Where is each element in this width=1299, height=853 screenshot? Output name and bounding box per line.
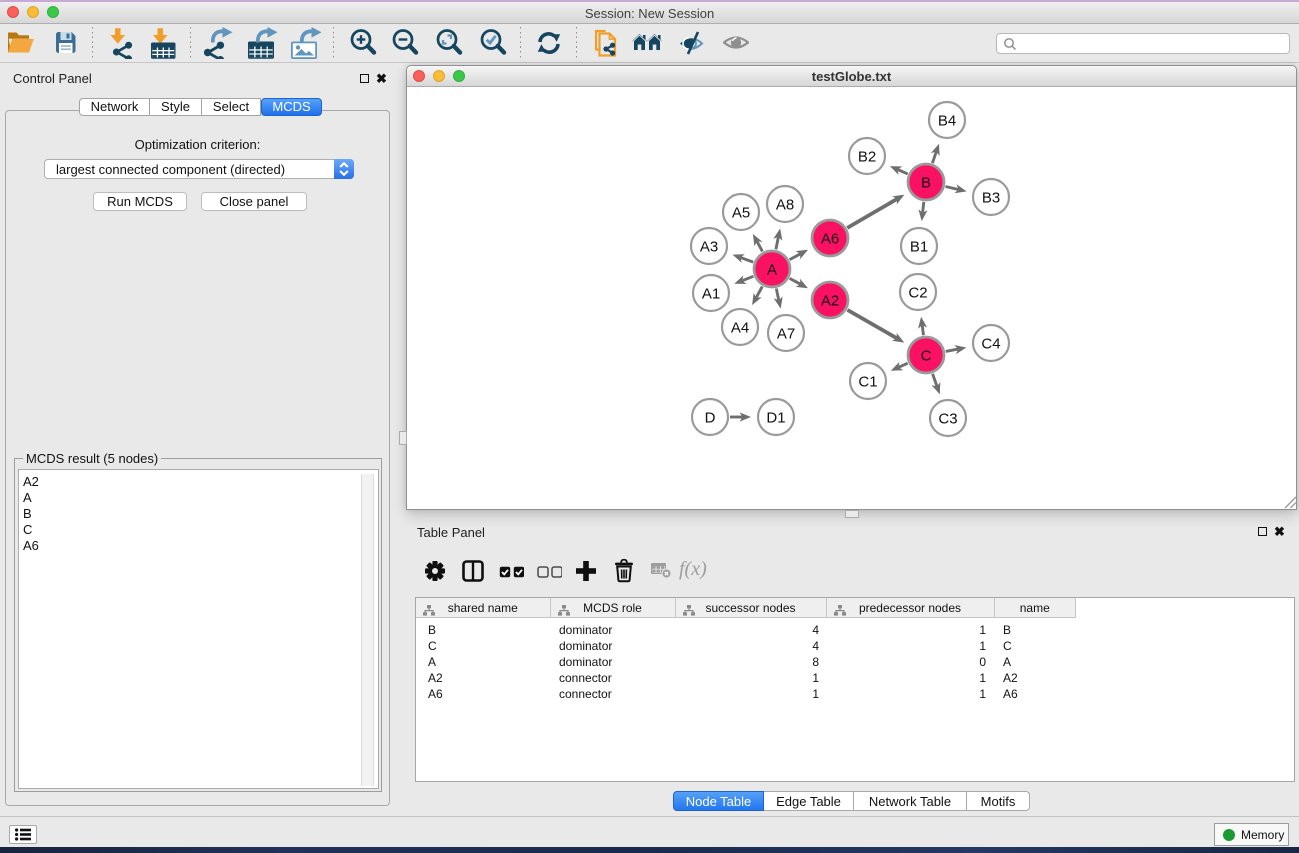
svg-text:C2: C2	[908, 284, 927, 301]
svg-text:A7: A7	[777, 325, 795, 342]
svg-text:A8: A8	[776, 196, 794, 213]
svg-text:A: A	[767, 261, 777, 278]
svg-text:C4: C4	[981, 335, 1000, 352]
svg-text:A2: A2	[821, 292, 839, 309]
svg-text:B: B	[921, 174, 931, 191]
svg-text:B1: B1	[910, 238, 928, 255]
svg-text:A6: A6	[821, 230, 839, 247]
svg-text:A3: A3	[700, 238, 718, 255]
svg-text:C1: C1	[858, 373, 877, 390]
svg-text:A4: A4	[731, 319, 749, 336]
svg-text:D: D	[705, 409, 716, 426]
svg-text:C: C	[921, 347, 932, 364]
svg-text:D1: D1	[766, 409, 785, 426]
svg-text:A1: A1	[702, 285, 720, 302]
svg-text:A5: A5	[732, 204, 750, 221]
svg-text:C3: C3	[938, 410, 957, 427]
svg-text:B4: B4	[938, 112, 956, 129]
svg-text:B3: B3	[982, 189, 1000, 206]
svg-text:B2: B2	[858, 148, 876, 165]
